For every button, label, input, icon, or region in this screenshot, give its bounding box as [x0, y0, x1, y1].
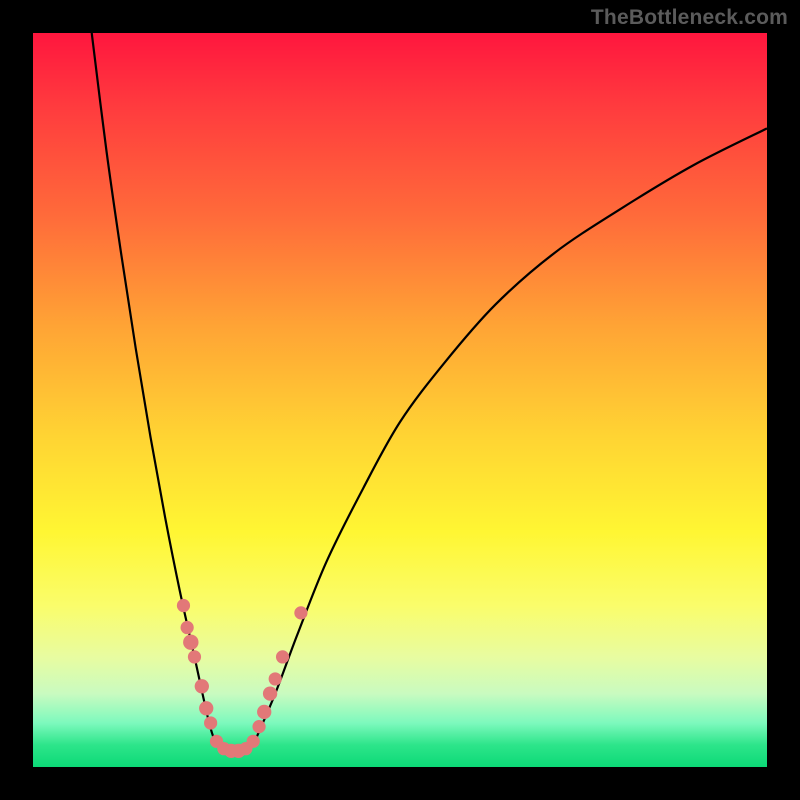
- chart-svg: [33, 33, 767, 767]
- marker-bead: [247, 735, 260, 748]
- marker-bead: [257, 705, 271, 719]
- marker-bead: [177, 599, 190, 612]
- marker-bead: [183, 635, 198, 650]
- marker-bead: [263, 686, 277, 700]
- marker-bead: [181, 621, 194, 634]
- marker-bead: [199, 701, 213, 715]
- marker-bead: [252, 720, 265, 733]
- bead-group: [177, 599, 308, 758]
- watermark-text: TheBottleneck.com: [591, 6, 788, 30]
- marker-bead: [188, 650, 201, 663]
- marker-bead: [195, 679, 209, 693]
- marker-bead: [276, 650, 289, 663]
- curve-left-branch: [92, 33, 217, 745]
- chart-frame: TheBottleneck.com: [0, 0, 800, 800]
- marker-bead: [294, 606, 307, 619]
- marker-bead: [269, 672, 282, 685]
- marker-bead: [204, 716, 217, 729]
- curve-right-branch: [253, 128, 767, 745]
- plot-area: [33, 33, 767, 767]
